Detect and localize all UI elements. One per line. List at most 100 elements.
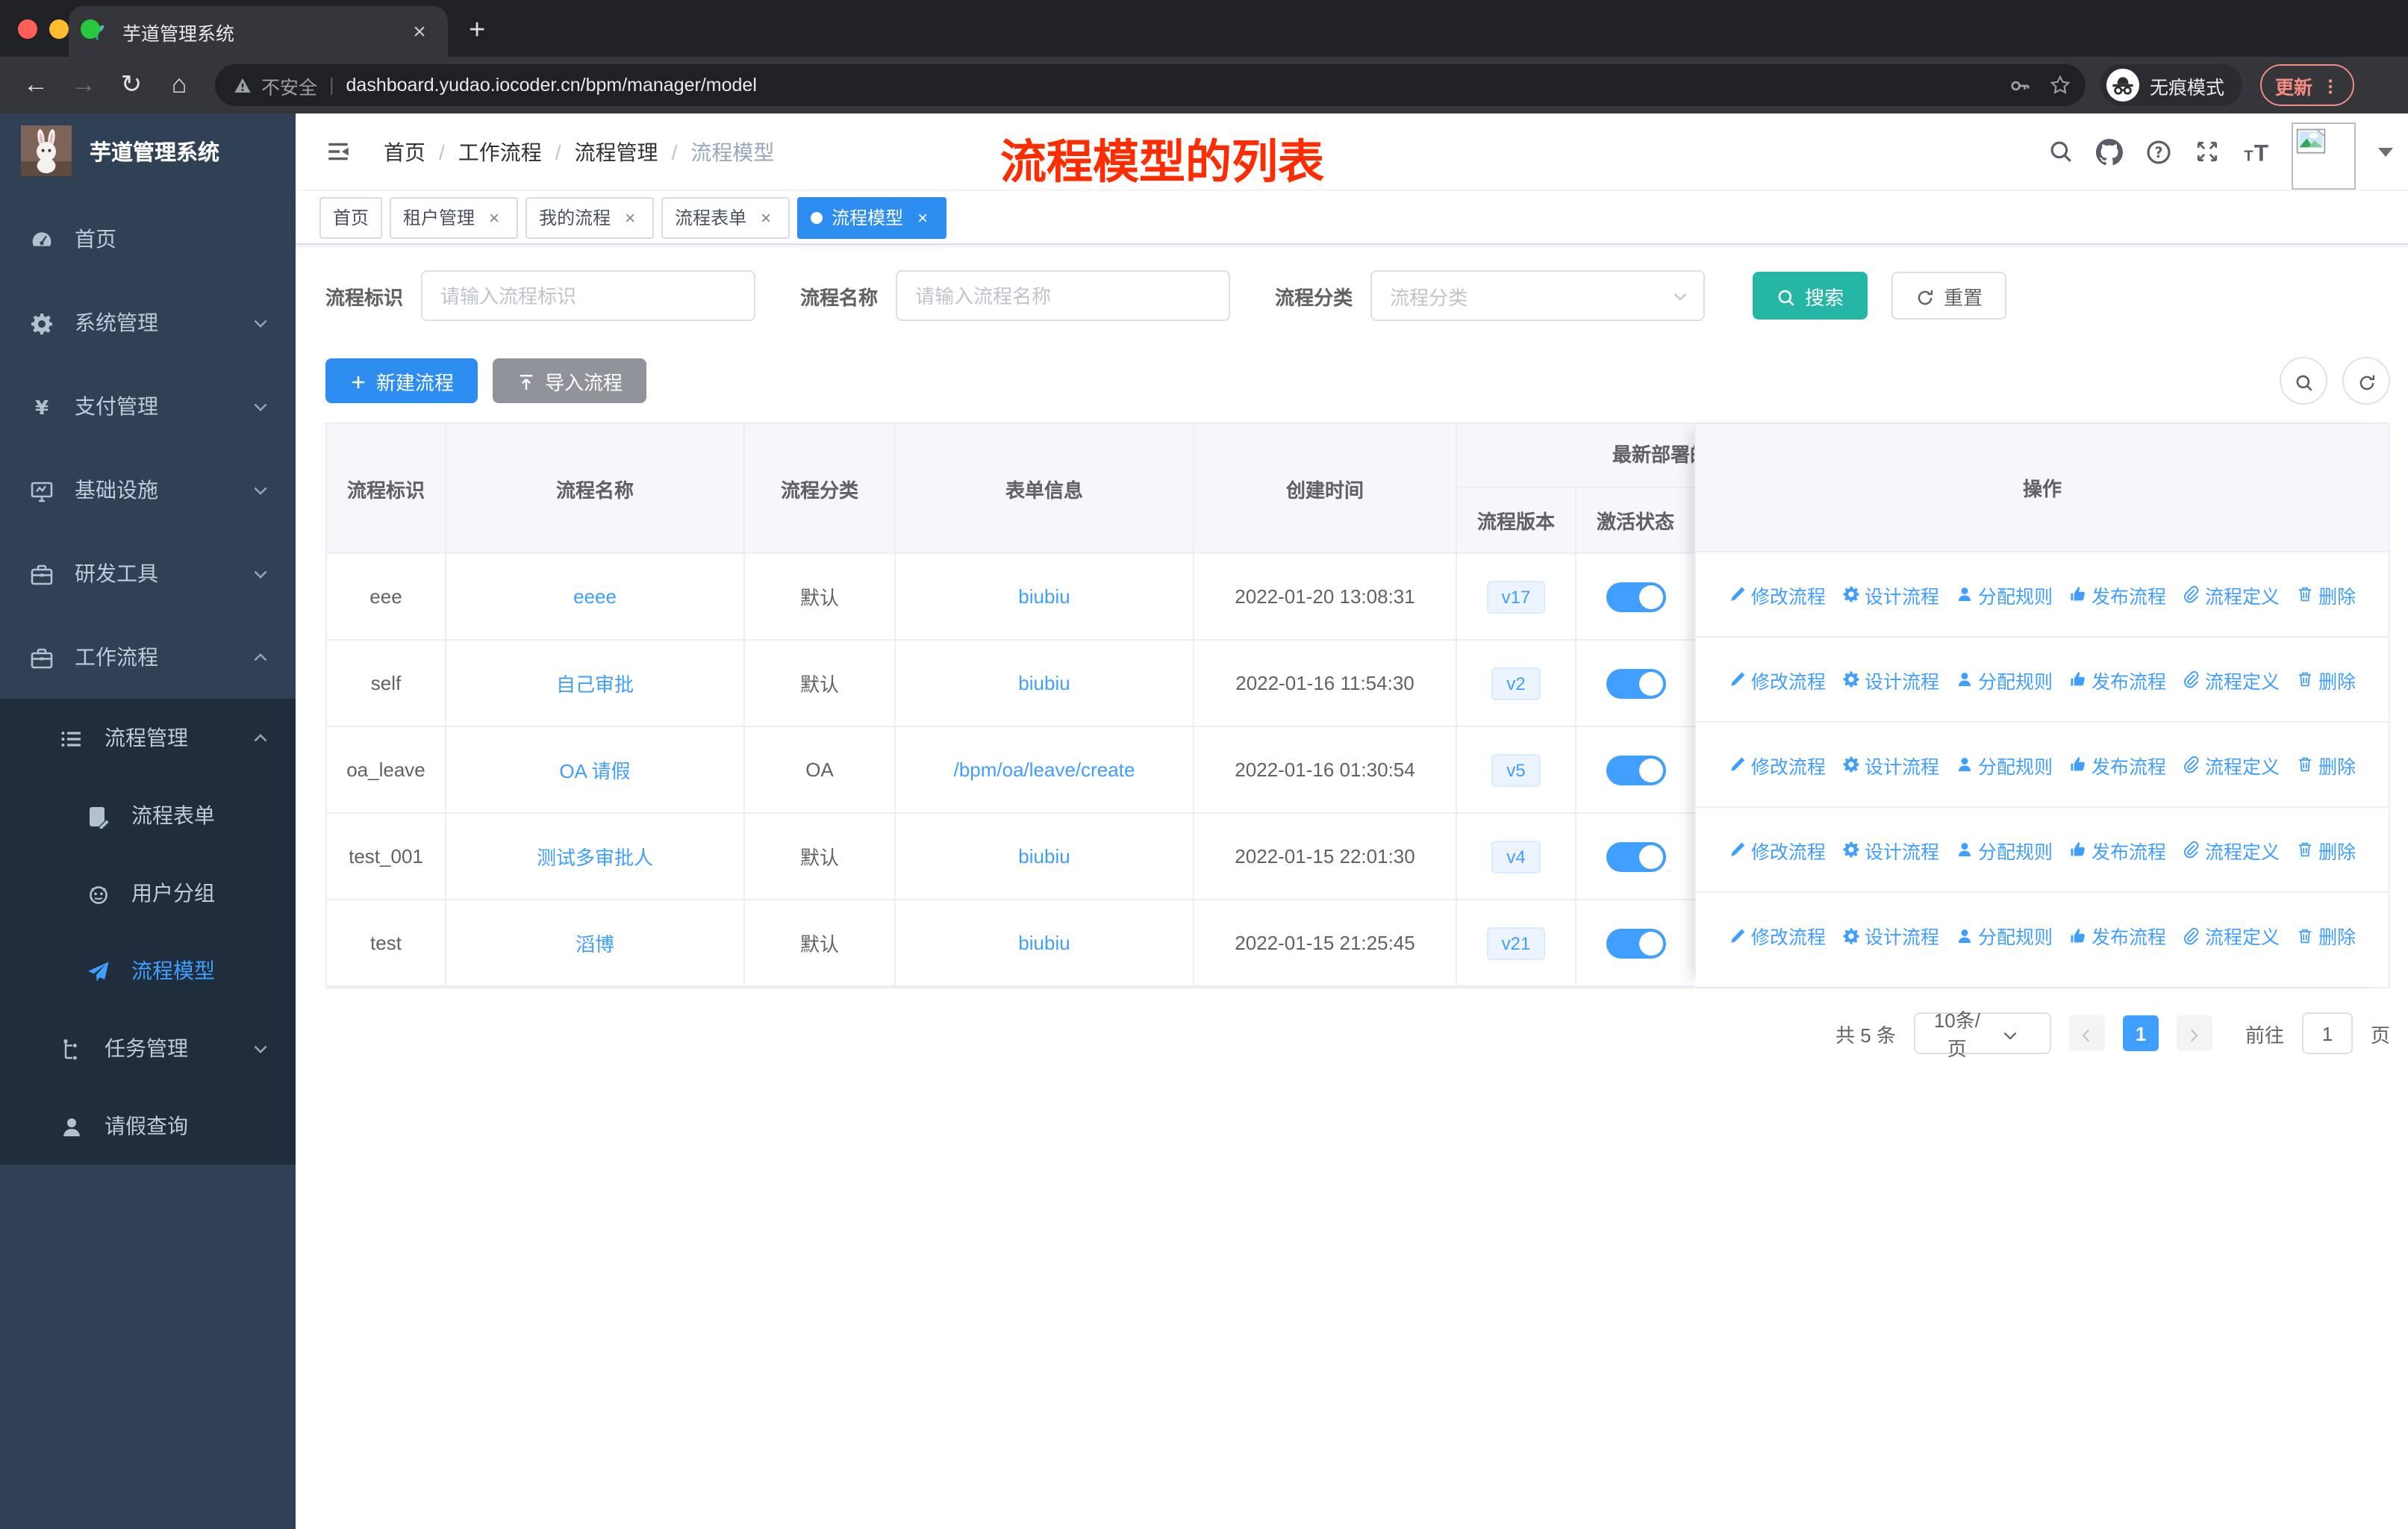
op-definition-clip-link[interactable]: 流程定义 <box>2183 665 2280 694</box>
window-minimize-button[interactable] <box>49 19 69 39</box>
tag-close-icon[interactable]: × <box>620 207 640 228</box>
search-button[interactable]: 搜索 <box>1753 272 1868 320</box>
reload-icon[interactable]: ↻ <box>110 64 152 106</box>
op-design-gear-link[interactable]: 设计流程 <box>1842 580 1939 608</box>
op-assign-user-link[interactable]: 分配规则 <box>1956 665 2053 694</box>
process-name-link[interactable]: OA 请假 <box>559 756 630 784</box>
sidebar-item-process-form[interactable]: 流程表单 <box>0 776 296 854</box>
key-icon[interactable] <box>2009 74 2032 96</box>
op-edit-link[interactable]: 修改流程 <box>1729 921 1826 950</box>
tag-close-icon[interactable]: × <box>912 207 933 228</box>
op-definition-clip-link[interactable]: 流程定义 <box>2183 580 2280 608</box>
form-info-link[interactable]: /bpm/oa/leave/create <box>954 759 1135 781</box>
sidebar-item-task-manage[interactable]: 任务管理 <box>0 1009 296 1087</box>
active-toggle[interactable] <box>1606 668 1665 698</box>
new-tab-button[interactable]: + <box>469 15 485 48</box>
form-info-link[interactable]: biubiu <box>1018 845 1070 868</box>
op-design-gear-link[interactable]: 设计流程 <box>1842 921 1939 950</box>
op-assign-user-link[interactable]: 分配规则 <box>1956 750 2053 779</box>
sidebar-item-leave-query[interactable]: 请假查询 <box>0 1087 296 1165</box>
page-number-1[interactable]: 1 <box>2122 1015 2159 1051</box>
fontsize-icon[interactable]: TT <box>2242 138 2269 165</box>
process-name-input[interactable] <box>896 270 1231 321</box>
sidebar-item-infra[interactable]: 基础设施 <box>0 448 296 532</box>
tag-流程模型[interactable]: 流程模型 × <box>797 196 947 238</box>
toggle-search-button[interactable] <box>2280 357 2327 405</box>
op-delete-link[interactable]: 删除 <box>2296 665 2356 694</box>
form-info-link[interactable]: biubiu <box>1018 932 1070 954</box>
chevron-down-icon[interactable] <box>2378 147 2393 156</box>
refresh-table-button[interactable] <box>2342 357 2390 405</box>
op-publish-hand-link[interactable]: 发布流程 <box>2069 921 2166 950</box>
kebab-menu-icon[interactable] <box>2321 75 2339 96</box>
op-edit-link[interactable]: 修改流程 <box>1729 580 1826 608</box>
sidebar-item-home[interactable]: 首页 <box>0 197 296 281</box>
sidebar-item-process-manage[interactable]: 流程管理 <box>0 699 296 776</box>
process-category-select[interactable]: 流程分类 <box>1370 270 1706 321</box>
process-id-input[interactable] <box>421 270 756 321</box>
security-indicator[interactable]: 不安全 <box>233 71 317 99</box>
sidebar-item-system[interactable]: 系统管理 <box>0 281 296 364</box>
tag-close-icon[interactable]: × <box>755 207 776 228</box>
op-definition-clip-link[interactable]: 流程定义 <box>2183 835 2280 864</box>
op-publish-hand-link[interactable]: 发布流程 <box>2069 580 2166 608</box>
window-zoom-button[interactable] <box>81 19 100 39</box>
create-process-button[interactable]: 新建流程 <box>325 358 478 403</box>
op-publish-hand-link[interactable]: 发布流程 <box>2069 835 2166 864</box>
op-assign-user-link[interactable]: 分配规则 <box>1956 835 2053 864</box>
breadcrumb-item[interactable]: 流程管理 <box>575 137 658 166</box>
process-name-link[interactable]: 测试多审批人 <box>537 842 653 871</box>
search-icon[interactable] <box>2048 139 2074 164</box>
op-definition-clip-link[interactable]: 流程定义 <box>2183 921 2280 950</box>
github-icon[interactable] <box>2096 138 2123 165</box>
hamburger-collapse-icon[interactable] <box>325 139 351 164</box>
op-design-gear-link[interactable]: 设计流程 <box>1842 665 1939 694</box>
active-toggle[interactable] <box>1606 582 1665 611</box>
tab-close-icon[interactable]: × <box>406 19 433 44</box>
form-info-link[interactable]: biubiu <box>1018 672 1070 694</box>
op-publish-hand-link[interactable]: 发布流程 <box>2069 665 2166 694</box>
window-close-button[interactable] <box>18 19 37 39</box>
help-icon[interactable]: ? <box>2145 138 2172 165</box>
process-name-link[interactable]: 自己审批 <box>556 669 634 697</box>
page-size-select[interactable]: 10条/页 <box>1913 1009 2051 1060</box>
op-delete-link[interactable]: 删除 <box>2296 835 2356 864</box>
active-toggle[interactable] <box>1606 928 1665 958</box>
op-publish-hand-link[interactable]: 发布流程 <box>2069 750 2166 779</box>
back-icon[interactable]: ← <box>15 64 57 106</box>
op-definition-clip-link[interactable]: 流程定义 <box>2183 750 2280 779</box>
op-design-gear-link[interactable]: 设计流程 <box>1842 750 1939 779</box>
tag-close-icon[interactable]: × <box>484 207 505 228</box>
fullscreen-icon[interactable] <box>2195 139 2220 164</box>
op-assign-user-link[interactable]: 分配规则 <box>1956 580 2053 608</box>
op-delete-link[interactable]: 删除 <box>2296 750 2356 779</box>
tag-租户管理[interactable]: 租户管理 × <box>390 196 519 238</box>
bookmark-star-icon[interactable] <box>2050 74 2071 96</box>
op-edit-link[interactable]: 修改流程 <box>1729 750 1826 779</box>
op-design-gear-link[interactable]: 设计流程 <box>1842 835 1939 864</box>
sidebar-item-payment[interactable]: ¥ 支付管理 <box>0 364 296 448</box>
chrome-update-button[interactable]: 更新 <box>2259 64 2354 106</box>
process-name-link[interactable]: eeee <box>573 585 617 608</box>
import-process-button[interactable]: 导入流程 <box>493 358 647 403</box>
avatar[interactable] <box>2292 122 2356 190</box>
next-page-button[interactable] <box>2176 1015 2212 1051</box>
op-assign-user-link[interactable]: 分配规则 <box>1956 921 2053 950</box>
op-delete-link[interactable]: 删除 <box>2296 921 2356 950</box>
reset-button[interactable]: 重置 <box>1891 272 2007 320</box>
goto-page-input[interactable] <box>2301 1012 2353 1054</box>
address-bar[interactable]: 不安全 | dashboard.yudao.iocoder.cn/bpm/man… <box>215 64 2086 106</box>
op-delete-link[interactable]: 删除 <box>2296 580 2356 608</box>
forward-icon[interactable]: → <box>63 64 105 106</box>
breadcrumb-item[interactable]: 工作流程 <box>458 137 542 166</box>
sidebar-item-process-model[interactable]: 流程模型 <box>0 932 296 1009</box>
sidebar-item-workflow[interactable]: 工作流程 <box>0 615 296 699</box>
app-logo[interactable]: 芋道管理系统 <box>0 113 296 188</box>
process-name-link[interactable]: 滔博 <box>576 929 614 957</box>
op-edit-link[interactable]: 修改流程 <box>1729 835 1826 864</box>
home-icon[interactable]: ⌂ <box>158 64 200 106</box>
breadcrumb-item[interactable]: 首页 <box>384 137 425 166</box>
active-toggle[interactable] <box>1606 841 1665 871</box>
tag-首页[interactable]: 首页 <box>319 196 383 238</box>
browser-tab[interactable]: 芋道管理系统 × <box>69 6 448 57</box>
